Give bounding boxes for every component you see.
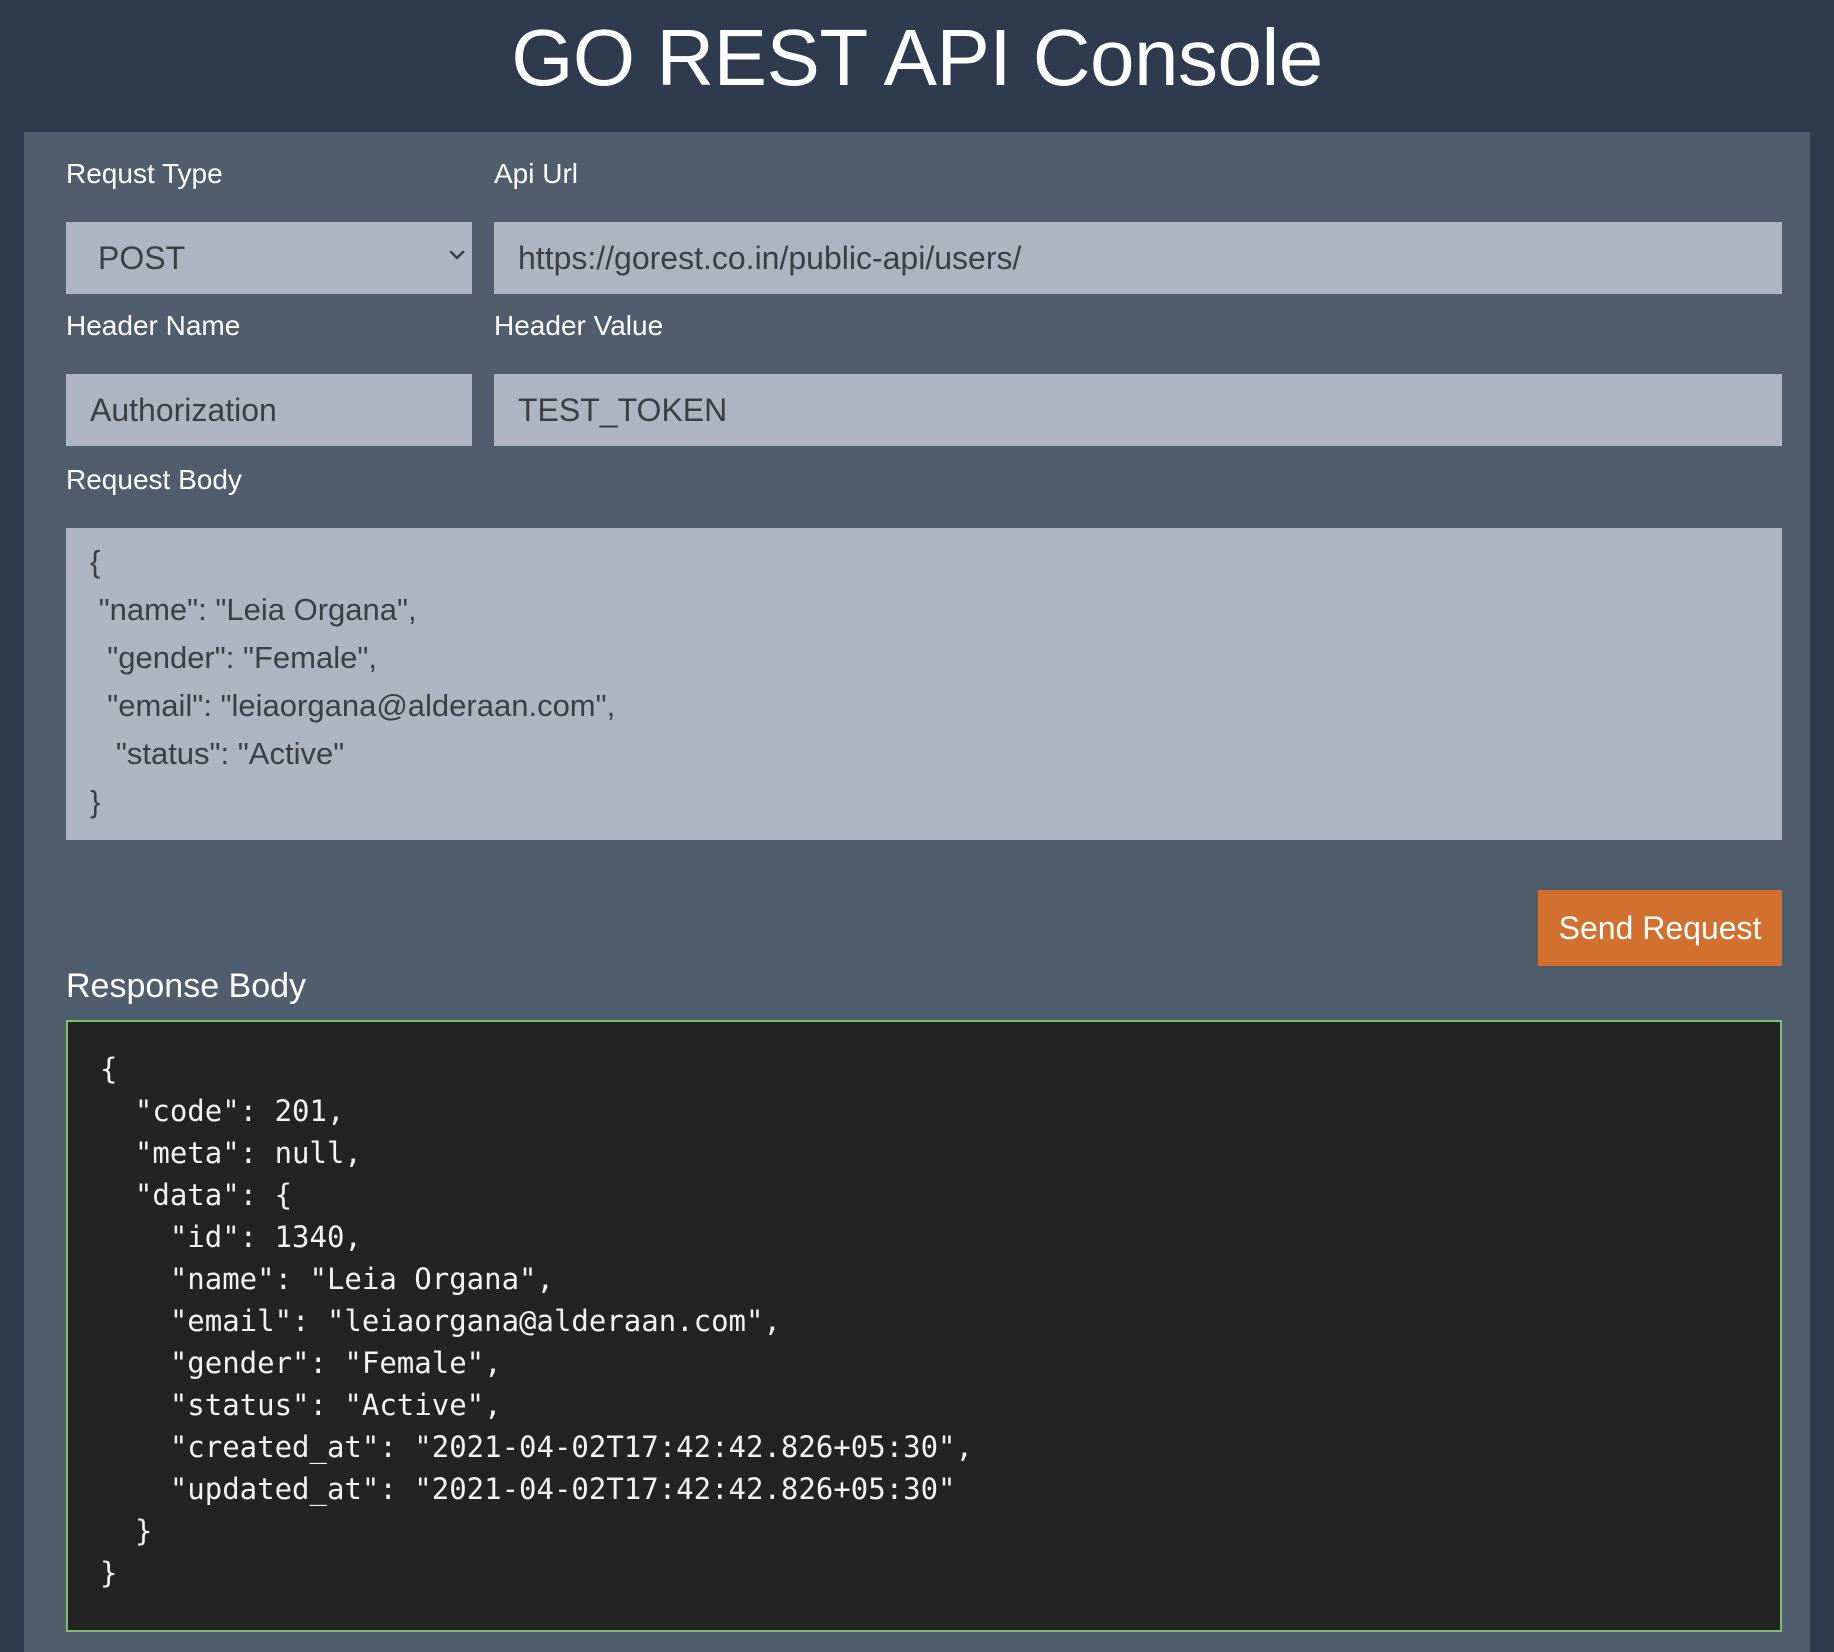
header-value-input[interactable] (494, 374, 1782, 446)
console-panel: Requst Type POST Api Url Header Name Hea… (24, 132, 1810, 1652)
header-value-label: Header Value (494, 310, 664, 341)
request-type-label: Requst Type (66, 158, 223, 189)
request-body-label: Request Body (66, 464, 242, 495)
page-title: GO REST API Console (511, 13, 1323, 102)
api-console-page: GO REST API Console Requst Type POST Api… (0, 0, 1834, 1652)
request-body-textarea[interactable]: { "name": "Leia Organa", "gender": "Fema… (66, 528, 1782, 840)
header-name-input[interactable] (66, 374, 472, 446)
send-request-button[interactable]: Send Request (1538, 890, 1782, 966)
request-type-value: POST (98, 240, 186, 276)
api-url-input[interactable] (494, 222, 1782, 294)
request-type-select[interactable]: POST (66, 222, 472, 294)
header-name-label: Header Name (66, 310, 241, 341)
response-body-output: { "code": 201, "meta": null, "data": { "… (66, 1020, 1782, 1632)
api-url-label: Api Url (494, 158, 579, 189)
response-body-label: Response Body (66, 967, 307, 1005)
chevron-down-icon (449, 250, 465, 260)
